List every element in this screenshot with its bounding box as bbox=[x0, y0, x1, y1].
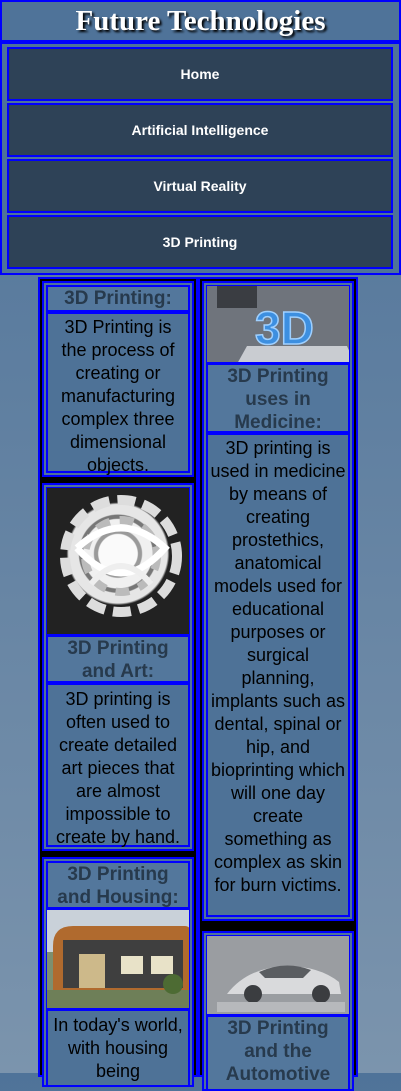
3d-printer-image: 3D bbox=[206, 285, 350, 363]
card-3d-printing-art: 3D Printing and Art: 3D printing is ofte… bbox=[42, 483, 194, 851]
right-column: 3D 3D Printing uses in Medicine: 3D prin… bbox=[198, 277, 358, 1091]
nav-item-virtual-reality[interactable]: Virtual Reality bbox=[7, 159, 393, 213]
site-header: Future Technologies bbox=[0, 0, 401, 42]
site-title: Future Technologies bbox=[75, 5, 326, 37]
card-title: 3D Printing and Housing: bbox=[46, 861, 190, 909]
card-title: 3D Printing and the Automotive bbox=[206, 1015, 350, 1089]
main-nav: Home Artificial Intelligence Virtual Rea… bbox=[0, 42, 401, 275]
left-column: 3D Printing: 3D Printing is the process … bbox=[38, 277, 198, 1087]
card-text: 3D printing is often used to create deta… bbox=[46, 683, 190, 847]
tiny-house-image bbox=[46, 909, 190, 1009]
car-model-image bbox=[206, 935, 350, 1015]
card-3d-printing: 3D Printing: 3D Printing is the process … bbox=[42, 281, 194, 477]
card-3d-printing-medicine: 3D 3D Printing uses in Medicine: 3D prin… bbox=[202, 281, 354, 921]
card-text: In today's world, with housing being bbox=[46, 1009, 190, 1085]
nav-item-home[interactable]: Home bbox=[7, 47, 393, 101]
card-3d-printing-automotive: 3D Printing and the Automotive bbox=[202, 931, 354, 1091]
svg-text:3D: 3D bbox=[255, 302, 314, 354]
lattice-sphere-image bbox=[46, 487, 190, 635]
card-text: 3D Printing is the process of creating o… bbox=[46, 312, 190, 475]
card-text: 3D printing is used in medicine by means… bbox=[206, 433, 350, 917]
nav-item-artificial-intelligence[interactable]: Artificial Intelligence bbox=[7, 103, 393, 157]
nav-item-3d-printing[interactable]: 3D Printing bbox=[7, 215, 393, 269]
card-title: 3D Printing and Art: bbox=[46, 635, 190, 683]
card-3d-printing-housing: 3D Printing and Housing: In today's worl… bbox=[42, 857, 194, 1087]
card-title: 3D Printing uses in Medicine: bbox=[206, 363, 350, 433]
card-title: 3D Printing: bbox=[46, 285, 190, 312]
